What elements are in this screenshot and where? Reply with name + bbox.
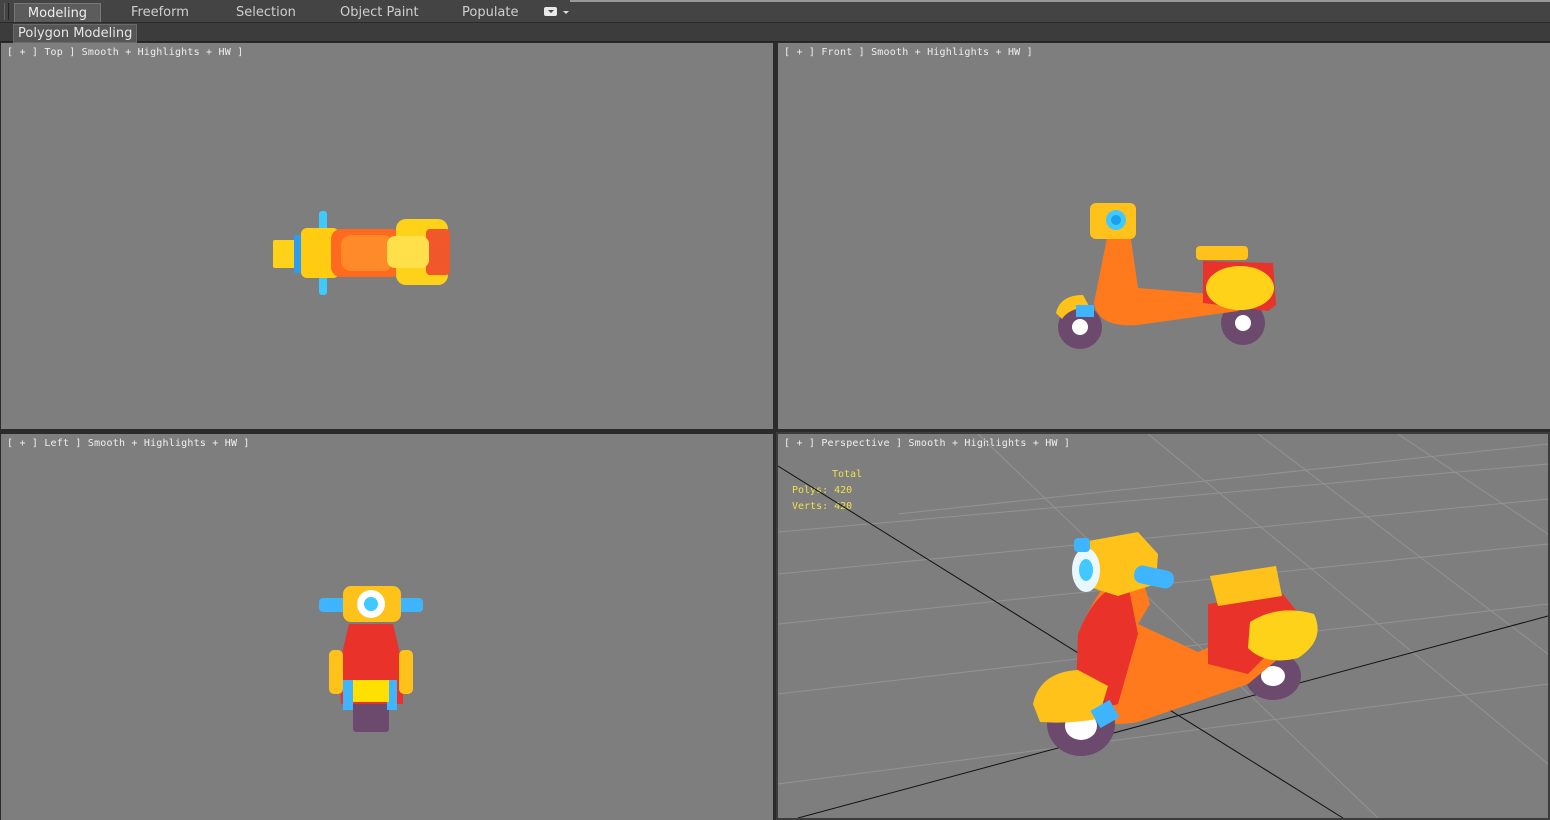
tab-freeform[interactable]: Freeform — [131, 3, 189, 22]
scooter-perspective-view — [1033, 532, 1318, 756]
polygon-modeling-panel-button[interactable]: Polygon Modeling — [13, 24, 138, 43]
ribbon-options-icon[interactable] — [544, 6, 570, 18]
scooter-top-view — [273, 211, 450, 295]
perspective-scene — [778, 434, 1548, 818]
ribbon-grip[interactable] — [4, 3, 9, 20]
home-grid — [778, 434, 1548, 818]
tab-selection[interactable]: Selection — [236, 3, 296, 22]
ribbon-panel-bar: Polygon Modeling — [0, 23, 1550, 43]
scooter-front-view — [1056, 203, 1276, 349]
scooter-left-view — [319, 586, 423, 732]
viewport-perspective[interactable]: [ + ] Perspective ] Smooth + Highlights … — [776, 432, 1550, 820]
ribbon-tabbar: Modeling Freeform Selection Object Paint… — [0, 0, 1550, 23]
ribbon-divider — [570, 0, 1550, 2]
tab-modeling[interactable]: Modeling — [14, 3, 101, 22]
viewport-left[interactable]: [ + ] Left ] Smooth + Highlights + HW ] — [1, 434, 773, 820]
viewport-front[interactable]: [ + ] Front ] Smooth + Highlights + HW ] — [778, 43, 1550, 429]
tab-populate[interactable]: Populate — [462, 3, 519, 22]
viewport-top[interactable]: [ + ] Top ] Smooth + Highlights + HW ] — [1, 43, 773, 429]
tab-object-paint[interactable]: Object Paint — [340, 3, 419, 22]
